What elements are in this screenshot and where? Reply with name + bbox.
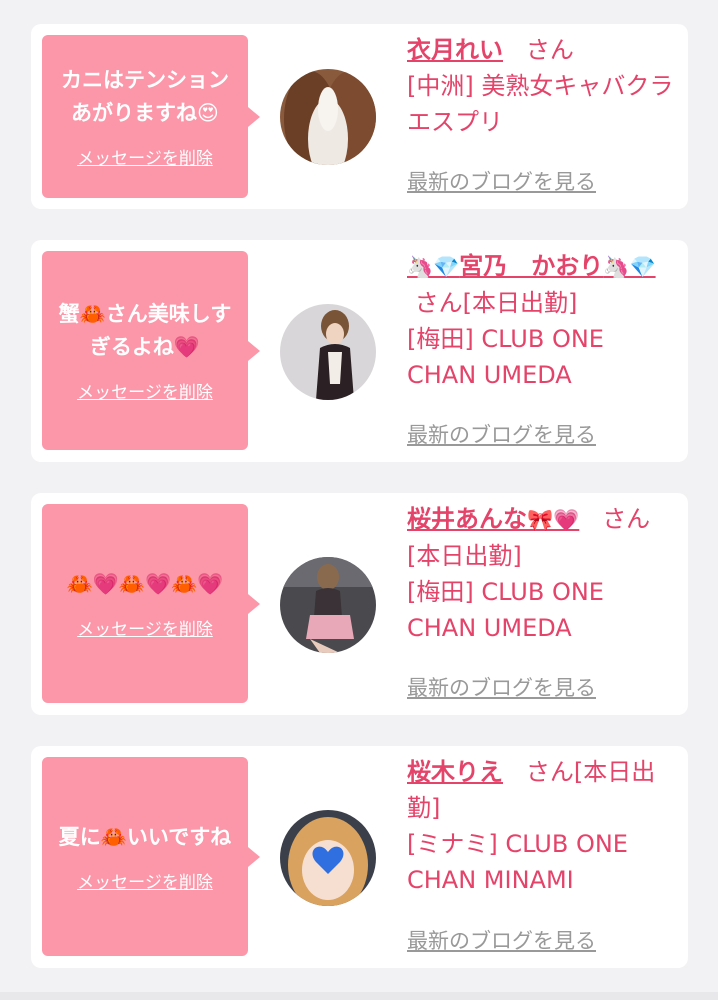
message-text: 蟹🦀さん美味しす ぎるよね💗 (58, 302, 232, 359)
message-card: 蟹🦀さん美味しす ぎるよね💗 メッセージを削除 🦄💎宮乃 かおり🦄💎 さん[本日… (31, 240, 688, 462)
shop-name: [梅田] CLUB ONE CHAN UMEDA (407, 325, 604, 389)
profile-info: 🦄💎宮乃 かおり🦄💎 さん[本日出勤] [梅田] CLUB ONE CHAN UM… (407, 248, 677, 393)
message-text: カニはテンション あがりますね😍 (61, 68, 229, 125)
profile-info: 桜井あんな🎀💗 さん [本日出勤] [梅田] CLUB ONE CHAN UMED… (407, 501, 677, 646)
message-card: カニはテンション あがりますね😍 メッセージを削除 衣月れい さん [中洲] 美… (31, 24, 688, 209)
unicorn-diamond-emoji: 🦄💎 (407, 255, 460, 279)
honorific: さん[本日出勤] (414, 289, 578, 317)
avatar[interactable] (280, 557, 376, 653)
profile-name-link[interactable]: 桜井あんな🎀💗 (407, 505, 579, 533)
crab-emoji: 🦀 (79, 302, 106, 326)
unicorn-diamond-emoji: 🦄💎 (603, 255, 656, 279)
message-bubble: 夏に🦀いいですね メッセージを削除 (42, 757, 260, 956)
message-text: 🦀💗🦀💗🦀💗 (67, 568, 224, 601)
avatar-photo (280, 69, 376, 165)
latest-blog-link[interactable]: 最新のブログを見る (407, 419, 596, 449)
avatar-photo (280, 810, 376, 906)
heart-emoji: 💗 (173, 335, 201, 359)
avatar[interactable] (280, 810, 376, 906)
message-bubble: カニはテンション あがりますね😍 メッセージを削除 (42, 35, 260, 198)
avatar-photo (280, 304, 376, 400)
crab-heart-emoji: 🦀💗🦀💗🦀💗 (66, 571, 224, 596)
shop-name: [中洲] 美熟女キャバクラ エスプリ (407, 72, 674, 136)
ribbon-heart-emoji: 🎀💗 (527, 508, 580, 532)
smiling-face-heart-eyes-emoji: 😍 (197, 101, 219, 125)
divider (0, 992, 718, 1000)
message-list: カニはテンション あがりますね😍 メッセージを削除 衣月れい さん [中洲] 美… (0, 0, 718, 1000)
avatar-photo (280, 557, 376, 653)
message-card: 夏に🦀いいですね メッセージを削除 桜木りえ さん[本日出勤] [ミナミ] CL… (31, 746, 688, 968)
message-card: 🦀💗🦀💗🦀💗 メッセージを削除 桜井あんな🎀💗 さん [本日出勤] [梅田] C… (31, 493, 688, 715)
message-bubble: 蟹🦀さん美味しす ぎるよね💗 メッセージを削除 (42, 251, 260, 450)
delete-message-link[interactable]: メッセージを削除 (77, 378, 213, 403)
avatar[interactable] (280, 304, 376, 400)
latest-blog-link[interactable]: 最新のブログを見る (407, 166, 596, 196)
profile-name-link[interactable]: 衣月れい (407, 36, 503, 64)
crab-emoji: 🦀 (100, 824, 127, 849)
delete-message-link[interactable]: メッセージを削除 (77, 144, 213, 169)
honorific: さん (525, 36, 574, 64)
profile-name-link[interactable]: 桜木りえ (407, 758, 503, 786)
profile-info: 衣月れい さん [中洲] 美熟女キャバクラ エスプリ (407, 32, 677, 140)
shop-name: [梅田] CLUB ONE CHAN UMEDA (407, 578, 604, 642)
shop-name: [ミナミ] CLUB ONE CHAN MINAMI (407, 830, 628, 894)
honorific: さん (602, 505, 651, 533)
message-text: 夏に🦀いいですね (58, 824, 232, 849)
avatar[interactable] (280, 69, 376, 165)
message-bubble: 🦀💗🦀💗🦀💗 メッセージを削除 (42, 504, 260, 703)
status: [本日出勤] (407, 542, 522, 570)
delete-message-link[interactable]: メッセージを削除 (77, 615, 213, 640)
delete-message-link[interactable]: メッセージを削除 (77, 868, 213, 893)
latest-blog-link[interactable]: 最新のブログを見る (407, 925, 596, 955)
profile-name-link[interactable]: 🦄💎宮乃 かおり🦄💎 (407, 252, 656, 280)
profile-info: 桜木りえ さん[本日出勤] [ミナミ] CLUB ONE CHAN MINAMI (407, 754, 677, 898)
latest-blog-link[interactable]: 最新のブログを見る (407, 672, 596, 702)
